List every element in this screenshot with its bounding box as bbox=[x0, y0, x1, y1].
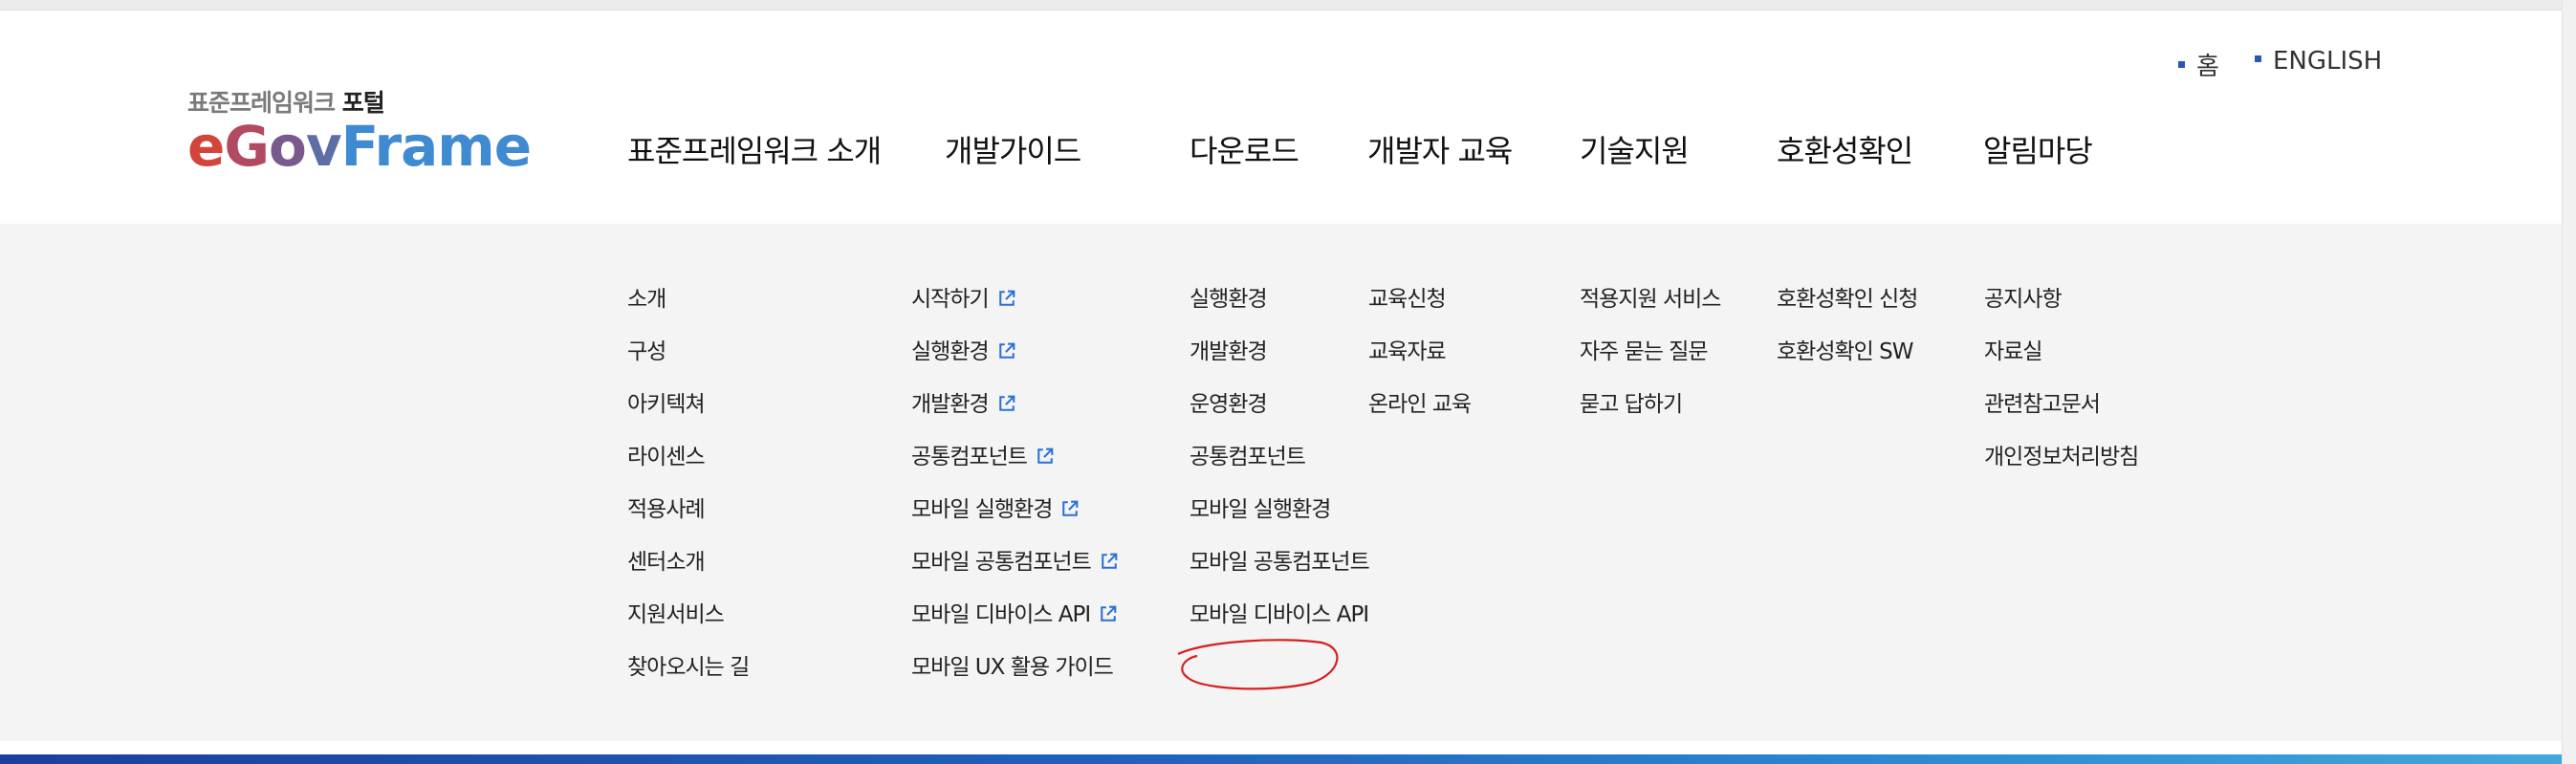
util-home-label: 홈 bbox=[2196, 53, 2219, 81]
submenu-item[interactable]: 적용사례 bbox=[627, 484, 749, 536]
submenu-item[interactable]: 모바일 실행환경 bbox=[1190, 484, 1369, 536]
browser-top-edge bbox=[0, 0, 2576, 11]
submenu-item[interactable]: 개인정보처리방침 bbox=[1984, 431, 2139, 484]
gnb-compat[interactable]: 호환성확인 bbox=[1777, 127, 1913, 171]
gnb-tech-support[interactable]: 기술지원 bbox=[1580, 127, 1690, 171]
submenu-item[interactable]: 공통컴포넌트 bbox=[911, 431, 1118, 484]
util-link-home[interactable]: 홈 bbox=[2178, 47, 2219, 82]
submenu-item[interactable]: 자료실 bbox=[1984, 326, 2138, 379]
logo-subtitle: 표준프레임워크 포털 bbox=[187, 91, 531, 115]
external-link-icon bbox=[998, 395, 1015, 411]
logo-wordmark: eGovFrame bbox=[187, 114, 532, 179]
submenu-download: 실행환경 개발환경 운영환경 공통컴포넌트 모바일 실행환경 모바일 공통컴포넌… bbox=[1190, 273, 1370, 642]
mega-menu: 소개 구성 아키텍쳐 라이센스 적용사례 센터소개 지원서비스 찾아오시는 길 … bbox=[0, 224, 2563, 741]
submenu-guide: 시작하기 실행환경 개발환경 공통컴포넌트 모바일 실행환경 모바일 공통컴포넌… bbox=[911, 273, 1118, 694]
submenu-label: 시작하기 bbox=[911, 287, 990, 312]
submenu-item[interactable]: 개발환경 bbox=[1190, 326, 1369, 379]
util-english-label: ENGLISH bbox=[2273, 47, 2383, 76]
submenu-item[interactable]: 묻고 답하기 bbox=[1580, 379, 1720, 431]
submenu-item[interactable]: 공지사항 bbox=[1984, 273, 2138, 326]
visual-banner-strip bbox=[0, 754, 2563, 764]
submenu-item[interactable]: 교육자료 bbox=[1368, 326, 1471, 379]
submenu-item[interactable]: 센터소개 bbox=[627, 536, 749, 589]
submenu-item[interactable]: 모바일 UX 활용 가이드 bbox=[911, 642, 1118, 694]
submenu-item[interactable]: 모바일 공통컴포넌트 bbox=[1190, 536, 1370, 589]
submenu-label: 모바일 실행환경 bbox=[911, 497, 1053, 522]
square-bullet-icon bbox=[2255, 55, 2261, 62]
external-link-icon bbox=[998, 342, 1015, 359]
submenu-label: 공통컴포넌트 bbox=[911, 445, 1028, 469]
submenu-item[interactable]: 운영환경 bbox=[1190, 379, 1369, 431]
square-bullet-icon bbox=[2178, 61, 2185, 68]
submenu-item[interactable]: 온라인 교육 bbox=[1368, 379, 1472, 431]
submenu-item[interactable]: 라이센스 bbox=[627, 431, 749, 484]
submenu-intro: 소개 구성 아키텍쳐 라이센스 적용사례 센터소개 지원서비스 찾아오시는 길 bbox=[627, 273, 750, 694]
submenu-item[interactable]: 소개 bbox=[627, 273, 749, 326]
submenu-support: 적용지원 서비스 자주 묻는 질문 묻고 답하기 bbox=[1580, 273, 1721, 431]
submenu-item[interactable]: 교육신청 bbox=[1368, 273, 1471, 326]
gnb-download[interactable]: 다운로드 bbox=[1190, 127, 1299, 171]
egovframe-logo[interactable]: 표준프레임워크 포털 eGovFrame bbox=[187, 91, 532, 179]
submenu-item[interactable]: 호환성확인 SW bbox=[1777, 326, 1917, 379]
submenu-item-common-component[interactable]: 공통컴포넌트 bbox=[1190, 431, 1369, 484]
scrollbar[interactable] bbox=[2562, 0, 2576, 764]
submenu-item[interactable]: 구성 bbox=[627, 326, 749, 379]
submenu-item[interactable]: 아키텍쳐 bbox=[627, 379, 749, 431]
submenu-notice: 공지사항 자료실 관련참고문서 개인정보처리방침 bbox=[1984, 273, 2139, 484]
submenu-education: 교육신청 교육자료 온라인 교육 bbox=[1368, 273, 1472, 431]
submenu-item[interactable]: 모바일 디바이스 API bbox=[1190, 589, 1369, 642]
gnb-intro[interactable]: 표준프레임워크 소개 bbox=[627, 127, 882, 171]
submenu-item[interactable]: 개발환경 bbox=[911, 379, 1118, 431]
site-header: 표준프레임워크 포털 eGovFrame 홈 ENGLISH 표준프레임워크 소… bbox=[0, 11, 2563, 224]
logo-sub-text: 표준프레임워크 bbox=[187, 89, 336, 117]
submenu-item[interactable]: 적용지원 서비스 bbox=[1580, 273, 1721, 326]
submenu-label: 모바일 디바이스 API bbox=[911, 602, 1091, 627]
submenu-label: 모바일 공통컴포넌트 bbox=[911, 550, 1092, 575]
gnb-notice[interactable]: 알림마당 bbox=[1983, 127, 2093, 171]
submenu-item[interactable]: 실행환경 bbox=[1190, 273, 1369, 326]
submenu-item[interactable]: 모바일 공통컴포넌트 bbox=[911, 536, 1118, 589]
submenu-label: 개발환경 bbox=[911, 392, 990, 417]
external-link-icon bbox=[1037, 447, 1054, 464]
gnb-education[interactable]: 개발자 교육 bbox=[1367, 127, 1513, 171]
submenu-item[interactable]: 모바일 디바이스 API bbox=[911, 589, 1118, 642]
submenu-item[interactable]: 찾아오시는 길 bbox=[627, 642, 750, 694]
red-annotation-circle bbox=[1177, 639, 1339, 690]
submenu-item[interactable]: 실행환경 bbox=[911, 326, 1118, 379]
gnb-dev-guide[interactable]: 개발가이드 bbox=[945, 127, 1081, 171]
external-link-icon bbox=[1062, 500, 1079, 516]
logo-sub-bold: 포털 bbox=[341, 89, 385, 117]
submenu-compat: 호환성확인 신청 호환성확인 SW bbox=[1777, 273, 1918, 379]
submenu-item[interactable]: 자주 묻는 질문 bbox=[1580, 326, 1720, 379]
submenu-item[interactable]: 호환성확인 신청 bbox=[1777, 273, 1918, 326]
submenu-item[interactable]: 시작하기 bbox=[911, 273, 1118, 326]
submenu-label: 실행환경 bbox=[911, 339, 990, 364]
external-link-icon bbox=[998, 290, 1015, 306]
external-link-icon bbox=[1101, 605, 1117, 622]
submenu-item[interactable]: 모바일 실행환경 bbox=[911, 484, 1118, 536]
util-link-english[interactable]: ENGLISH bbox=[2255, 47, 2382, 76]
submenu-item[interactable]: 관련참고문서 bbox=[1984, 379, 2138, 431]
external-link-icon bbox=[1102, 553, 1118, 569]
submenu-item[interactable]: 지원서비스 bbox=[627, 589, 749, 642]
